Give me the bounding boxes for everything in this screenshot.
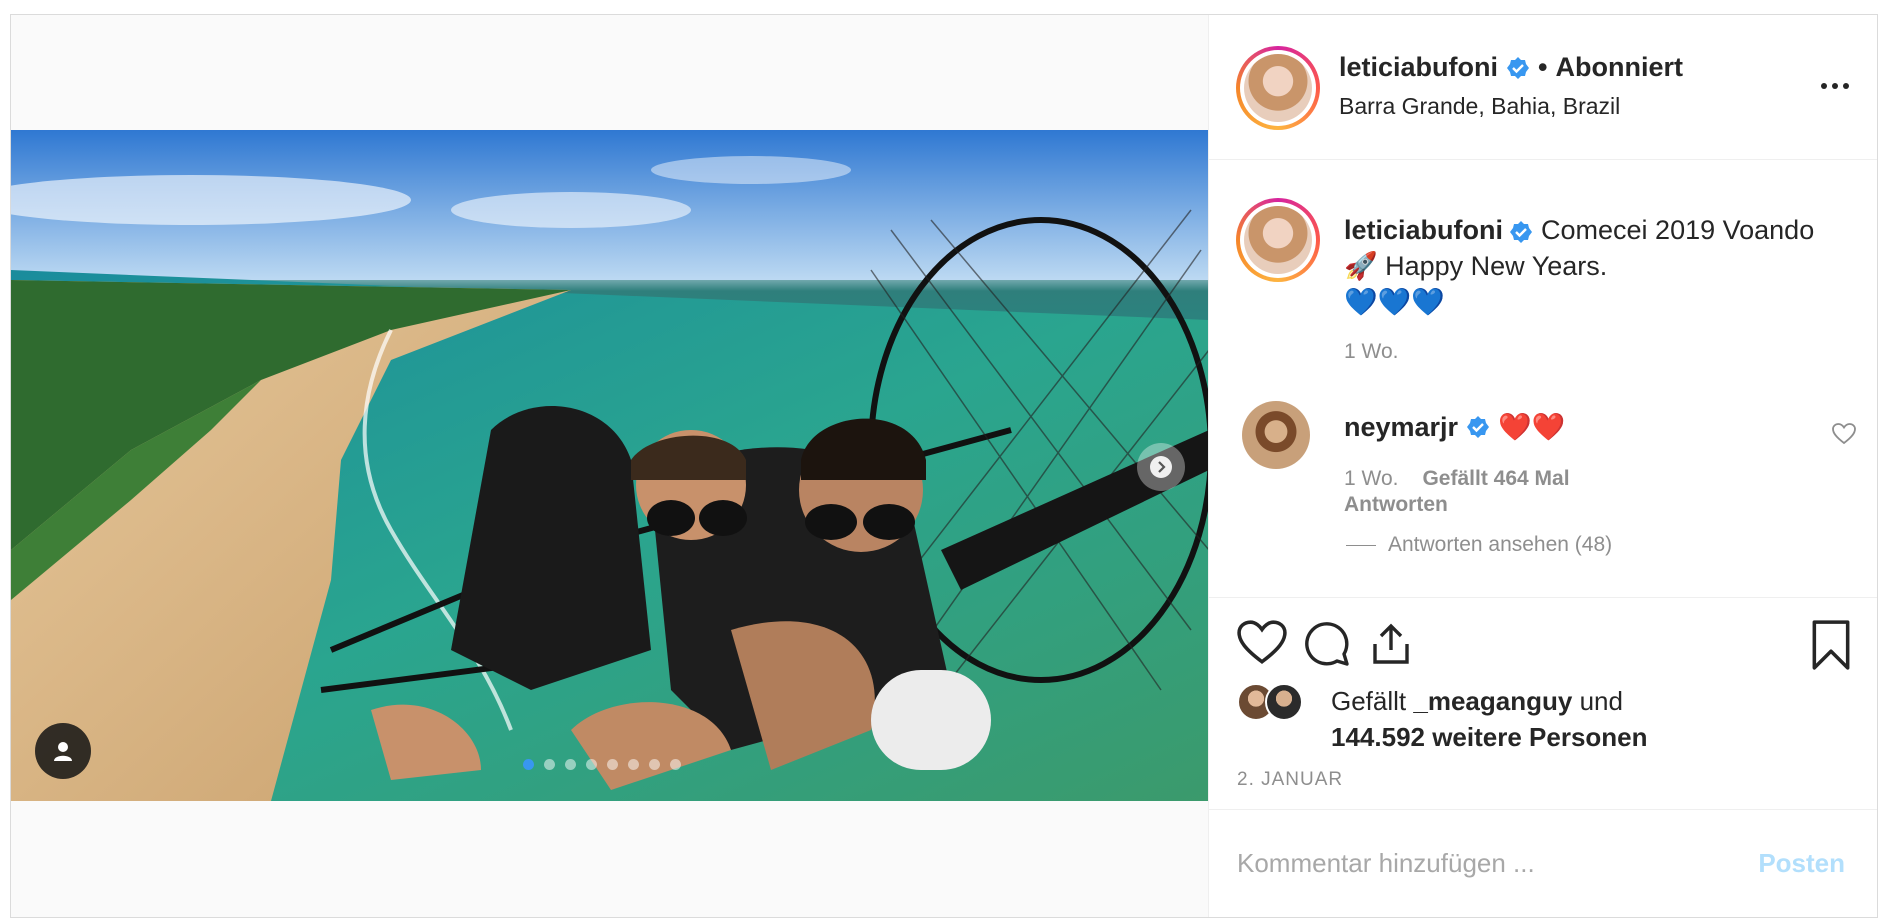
comment-username[interactable]: neymarjr	[1344, 412, 1458, 443]
caption-timestamp[interactable]: 1 Wo.	[1344, 340, 1398, 364]
carousel-dot	[670, 759, 681, 770]
comment-likes[interactable]: Gefällt 464 Mal	[1422, 467, 1569, 491]
comment-like-icon[interactable]	[1832, 423, 1856, 445]
author-username[interactable]: leticiabufoni	[1339, 52, 1498, 83]
comment-text: ❤️❤️	[1498, 412, 1566, 442]
chevron-right-icon	[1150, 456, 1172, 478]
follow-separator: •	[1538, 52, 1548, 82]
post-date[interactable]: 2. JANUAR	[1237, 769, 1343, 791]
post-comment-button[interactable]: Posten	[1758, 848, 1845, 879]
liker-avatar[interactable]	[1265, 683, 1303, 721]
share-icon[interactable]	[1367, 620, 1415, 668]
post-card: leticiabufoni • Abonniert Barra Grande, …	[10, 14, 1878, 918]
carousel-next-button[interactable]	[1137, 443, 1185, 491]
comment-item: neymarjr ❤️❤️ 1 Wo. Gefällt 464 Mal Antw…	[1236, 401, 1856, 571]
carousel-dot	[607, 759, 618, 770]
caption-line-3: 💙💙💙	[1344, 287, 1445, 317]
post-header: leticiabufoni • Abonniert Barra Grande, …	[1209, 15, 1877, 160]
bookmark-icon[interactable]	[1809, 620, 1853, 670]
carousel-dot	[649, 759, 660, 770]
carousel-dot	[586, 759, 597, 770]
carousel-dot	[628, 759, 639, 770]
comment-timestamp[interactable]: 1 Wo.	[1344, 467, 1398, 491]
user-tag-button[interactable]	[35, 723, 91, 779]
verified-icon	[1510, 220, 1533, 243]
caption-username[interactable]: leticiabufoni	[1344, 215, 1503, 245]
post-photo[interactable]	[11, 130, 1208, 801]
post-side-panel: leticiabufoni • Abonniert Barra Grande, …	[1209, 15, 1877, 917]
post-media	[11, 15, 1209, 917]
more-icon	[1821, 83, 1827, 89]
caption-line-2: 🚀 Happy New Years.	[1344, 251, 1608, 281]
likes-text: Gefällt _meaganguy und 144.592 weitere P…	[1331, 683, 1648, 755]
carousel-dot	[565, 759, 576, 770]
comment-avatar[interactable]	[1242, 401, 1310, 469]
comments-section: leticiabufoni Comecei 2019 Voando 🚀 Happ…	[1209, 161, 1877, 596]
avatar-image	[1244, 206, 1312, 274]
avatar-image	[1244, 54, 1312, 122]
liker-username[interactable]: _meaganguy	[1413, 686, 1572, 716]
likes-others[interactable]: 144.592 weitere Personen	[1331, 722, 1648, 752]
likes-connector: und	[1579, 686, 1623, 716]
carousel-dot	[544, 759, 555, 770]
carousel-dot	[523, 759, 534, 770]
verified-icon	[1467, 416, 1490, 438]
caption-avatar[interactable]	[1236, 198, 1320, 282]
view-replies-label: Antworten ansehen (48)	[1388, 533, 1613, 556]
likes-summary: Gefällt _meaganguy und 144.592 weitere P…	[1237, 675, 1857, 755]
more-options-button[interactable]	[1821, 83, 1849, 89]
comment-input[interactable]	[1237, 840, 1737, 886]
post-location[interactable]: Barra Grande, Bahia, Brazil	[1339, 93, 1620, 120]
replies-divider	[1346, 544, 1376, 546]
follow-status-button[interactable]: Abonniert	[1555, 52, 1683, 83]
comment-reply-button[interactable]: Antworten	[1344, 493, 1448, 517]
caption-text: leticiabufoni Comecei 2019 Voando 🚀 Happ…	[1344, 212, 1854, 320]
user-tag-icon	[54, 742, 72, 761]
author-avatar[interactable]	[1236, 46, 1320, 130]
comment-icon[interactable]	[1303, 620, 1351, 668]
likes-prefix: Gefällt	[1331, 686, 1407, 716]
view-replies-button[interactable]: Antworten ansehen (48)	[1346, 533, 1612, 557]
heart-icon[interactable]	[1237, 620, 1287, 666]
post-actions	[1209, 597, 1877, 677]
verified-icon	[1507, 56, 1530, 79]
caption-line-1: Comecei 2019 Voando	[1541, 215, 1815, 245]
add-comment-bar: Posten	[1209, 809, 1877, 917]
carousel-indicator	[523, 759, 681, 770]
